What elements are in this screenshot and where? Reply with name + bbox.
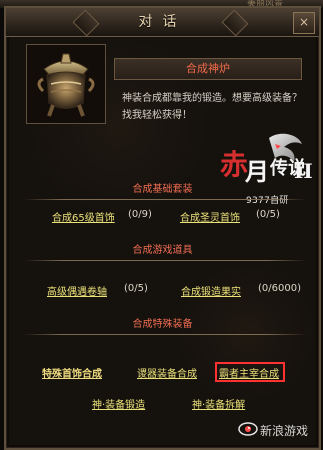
divider-basic (23, 199, 307, 200)
cauldron-icon (27, 45, 105, 123)
close-button[interactable]: × (293, 12, 315, 34)
npc-name-bar: 合成神炉 (114, 58, 302, 80)
link-forge-fruit[interactable]: 合成锻造果实 (181, 283, 241, 298)
link-special-gear[interactable]: 谡器装备合成 (137, 365, 197, 380)
npc-portrait (26, 44, 106, 124)
count-65-jewelry: (0/9) (128, 209, 152, 220)
npc-intro-text: 神装合成都靠我的锻造。想要高级装备？找我轻松获得！ (122, 93, 302, 121)
close-icon: × (298, 15, 310, 29)
section-title-items: 合成游戏道具 (132, 245, 193, 256)
section-title-basic: 合成基础套装 (132, 184, 193, 195)
link-encounter-scroll[interactable]: 高级偶遇卷轴 (47, 283, 107, 298)
count-forge-fruit: (0/6000) (258, 283, 301, 294)
count-holy-jewelry: (0/5) (256, 209, 280, 220)
count-encounter-scroll: (0/5) (124, 283, 148, 294)
dialog-frame: 对话 × 合成神炉 神装合成都靠我的锻造。想要高级装备？找我轻松获得！ 赤 月 … (4, 6, 321, 450)
link-divine-forge[interactable]: 神·装备锻造 (92, 396, 145, 411)
link-divine-dismantle[interactable]: 神·装备拆解 (192, 396, 245, 411)
link-holy-jewelry[interactable]: 合成圣灵首饰 (180, 209, 240, 224)
watermark-text: 新浪游戏 (260, 424, 309, 438)
dialog-title: 对话 (138, 14, 187, 30)
divider-special (23, 334, 307, 335)
special-jewelry-heading[interactable]: 特殊首饰合成 (42, 365, 102, 380)
sina-eye-icon (238, 422, 258, 436)
svg-text:赤: 赤 (220, 148, 248, 181)
link-65-jewelry[interactable]: 合成65级首饰 (52, 209, 115, 224)
section-title-special: 合成特殊装备 (132, 319, 193, 330)
title-bar: 对话 × (6, 8, 319, 37)
npc-name: 合成神炉 (186, 62, 230, 75)
divider-items (23, 260, 307, 261)
link-overlord-synthesis[interactable]: 霸者主宰合成 (219, 365, 279, 380)
